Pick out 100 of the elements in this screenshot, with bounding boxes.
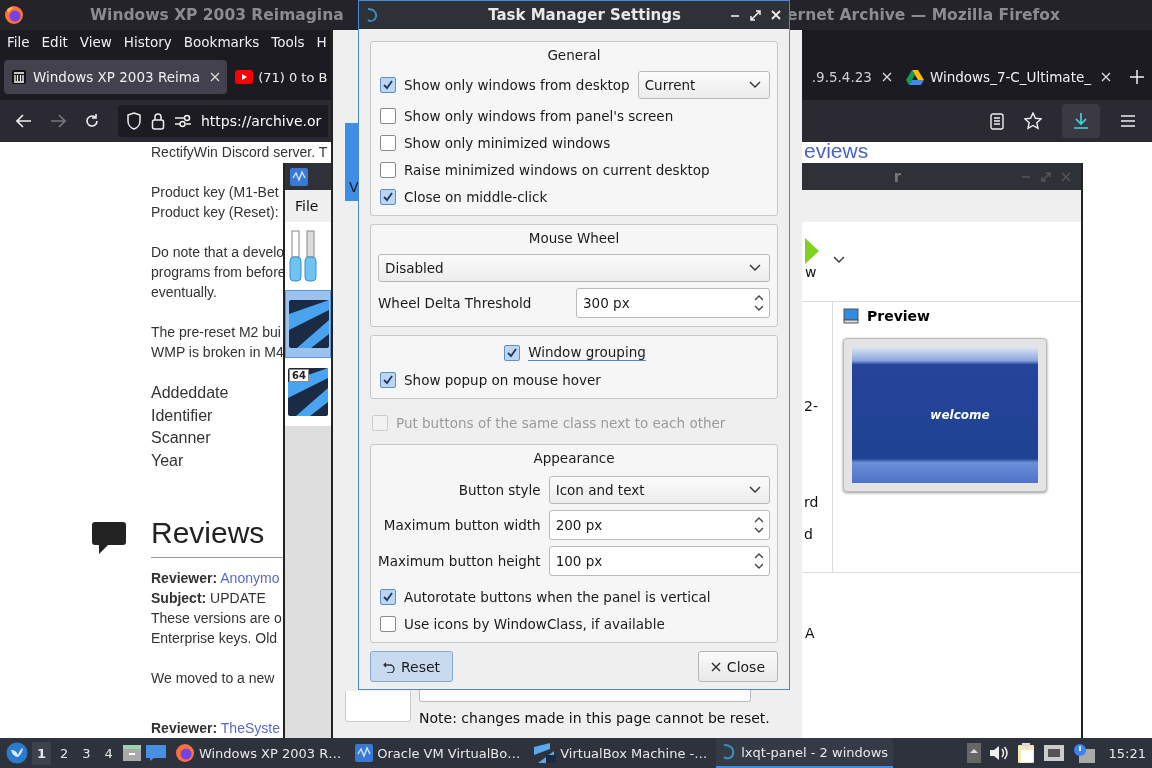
checkbox[interactable] xyxy=(380,107,396,124)
menu-item[interactable]: View xyxy=(79,34,112,50)
checkbox-label[interactable]: Raise minimized windows on current desktop xyxy=(404,161,710,178)
notification-icon[interactable] xyxy=(1072,743,1095,763)
checkbox[interactable] xyxy=(504,344,521,361)
desktop-switch[interactable]: 4 xyxy=(99,741,118,765)
reviews-link[interactable]: eviews xyxy=(804,142,869,163)
back-icon[interactable] xyxy=(16,114,32,128)
checkbox[interactable] xyxy=(380,615,396,632)
field-label: Maximum button height xyxy=(378,553,541,569)
menu-icon[interactable] xyxy=(1120,114,1136,128)
checkbox-label[interactable]: Close on middle-click xyxy=(404,188,548,205)
os-logo-icon xyxy=(534,743,557,763)
spin-box[interactable]: 100 px xyxy=(548,546,770,576)
review-text: These versions are o Enterprise keys. Old xyxy=(151,608,282,648)
reviewer-link[interactable]: TheSyste xyxy=(220,719,280,736)
star-icon[interactable] xyxy=(1024,112,1042,130)
group-title: General xyxy=(547,46,601,65)
vm-list-item[interactable] xyxy=(285,290,331,358)
group-title: Appearance xyxy=(533,449,615,468)
dropdown[interactable]: Disabled xyxy=(378,254,770,282)
monitor-icon xyxy=(843,308,859,324)
clock: 15:21 xyxy=(1108,745,1146,761)
checkbox-label[interactable]: Use icons by WindowClass, if available xyxy=(404,615,665,632)
undo-icon xyxy=(383,660,395,673)
checkbox-label[interactable]: Autorotate buttons when the panel is vertical xyxy=(404,588,711,605)
dropdown[interactable]: Icon and text xyxy=(548,476,770,504)
checkbox[interactable] xyxy=(380,188,396,205)
desktop-switch[interactable]: 1 xyxy=(32,741,52,765)
menu-item[interactable]: File xyxy=(295,198,319,214)
plus-icon[interactable] xyxy=(1130,70,1144,84)
menu-item[interactable]: Bookmarks xyxy=(183,34,260,50)
network-icon[interactable] xyxy=(1042,744,1065,762)
taskbar-button[interactable]: Oracle VM VirtualBo… xyxy=(350,738,526,768)
dropdown[interactable]: Current xyxy=(637,71,770,99)
menu-item[interactable]: Tools xyxy=(271,34,305,50)
sliders-icon[interactable] xyxy=(174,114,192,128)
field-label: Button style xyxy=(457,482,541,498)
taskbar-button[interactable]: VirtualBox Machine -… xyxy=(529,738,713,768)
chevron-down-icon xyxy=(749,264,761,272)
start-menu-icon[interactable] xyxy=(6,742,28,764)
desktop-switch[interactable]: 2 xyxy=(55,741,74,765)
checkbox-label[interactable]: Show only windows from desktop xyxy=(404,77,630,93)
clipboard-icon[interactable] xyxy=(1016,743,1035,763)
menu-item[interactable]: History xyxy=(123,34,172,50)
browser-tab[interactable]: Windows_7-C_Ultimate_ xyxy=(898,60,1118,94)
checkbox-label[interactable]: Show popup on mouse hover xyxy=(404,371,601,388)
toolbar-label: w xyxy=(805,264,818,280)
menu-item[interactable]: Edit xyxy=(41,34,68,50)
taskbar-button[interactable]: Windows XP 2003 R… xyxy=(169,738,347,768)
metadata-label: Identifier xyxy=(151,405,213,426)
taskbar-button[interactable]: lxqt-panel - 2 windows xyxy=(716,738,894,768)
checkbox-label[interactable]: Show only windows from panel's screen xyxy=(404,107,674,124)
stepper-arrows-icon[interactable] xyxy=(753,551,765,571)
shield-icon[interactable] xyxy=(126,112,142,130)
checkbox[interactable] xyxy=(380,588,396,605)
close-button[interactable]: Close xyxy=(697,651,778,682)
reviewer-link[interactable]: Anonymo xyxy=(220,569,280,586)
virtualbox-icon xyxy=(355,744,374,762)
checkbox[interactable] xyxy=(380,161,396,178)
checkbox-label[interactable]: Window grouping xyxy=(528,344,646,361)
checkbox[interactable] xyxy=(380,134,396,151)
spin-box[interactable]: 300 px xyxy=(576,288,770,318)
checkbox[interactable] xyxy=(380,77,396,93)
vm-list-item[interactable]: 64 xyxy=(285,358,331,426)
list-pane xyxy=(345,691,411,722)
address-bar[interactable]: https://archive.or xyxy=(118,105,328,137)
checkbox[interactable] xyxy=(380,371,396,388)
stepper-arrows-icon[interactable] xyxy=(753,515,765,535)
reset-button[interactable]: Reset xyxy=(370,651,454,682)
detail-text: 2- xyxy=(804,398,818,414)
field-label: Wheel Delta Threshold xyxy=(378,295,532,311)
browser-tab[interactable]: (71) 0 to B xyxy=(231,60,328,94)
download-icon[interactable] xyxy=(1072,112,1090,130)
checkbox-label[interactable]: Show only minimized windows xyxy=(404,134,611,151)
desktop-switch[interactable]: 3 xyxy=(77,741,96,765)
volume-icon[interactable] xyxy=(988,744,1009,762)
chevron-down-icon[interactable] xyxy=(833,256,845,264)
reload-icon[interactable] xyxy=(84,113,100,129)
desktop-icon[interactable] xyxy=(145,745,166,761)
chevron-down-icon xyxy=(749,81,761,89)
window-title: r xyxy=(893,167,902,186)
forward-icon[interactable] xyxy=(50,114,66,128)
paragraph: RectifyWin Discord server. T xyxy=(151,143,328,162)
browser-tab[interactable]: .9.5.4.23 xyxy=(811,60,899,94)
menu-item[interactable]: File xyxy=(7,34,30,50)
metadata-label: Addeddate xyxy=(151,383,229,403)
file-cabinet-icon[interactable] xyxy=(121,744,142,762)
start-arrow-icon[interactable] xyxy=(805,238,821,264)
lock-icon[interactable] xyxy=(151,112,165,130)
browser-tab[interactable]: Windows XP 2003 Reima xyxy=(4,60,228,94)
settings-tab[interactable]: V xyxy=(345,123,359,201)
stepper-arrows-icon[interactable] xyxy=(753,293,765,313)
reader-icon[interactable] xyxy=(990,112,1004,130)
firefox-logo-icon xyxy=(4,5,24,25)
spin-box[interactable]: 200 px xyxy=(548,510,770,540)
panel-title: Preview xyxy=(867,308,930,324)
review-text: We moved to a new xyxy=(151,668,275,688)
menu-item[interactable]: H xyxy=(316,34,327,50)
speech-bubble-icon xyxy=(92,522,126,555)
